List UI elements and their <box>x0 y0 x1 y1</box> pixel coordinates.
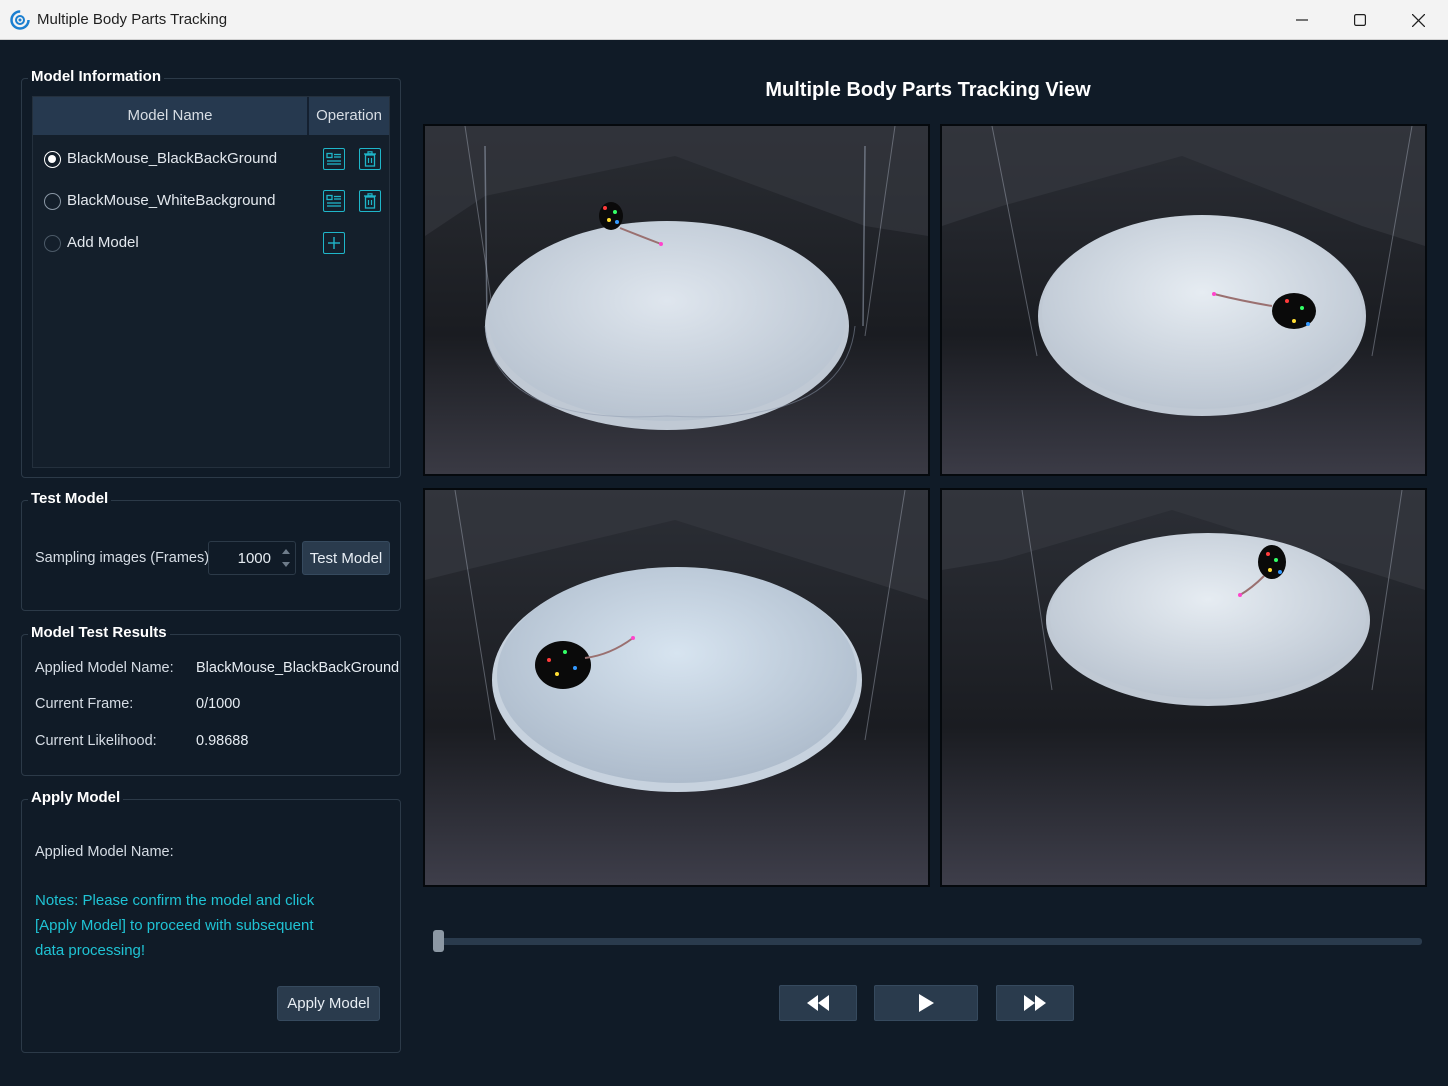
camera-frame-4 <box>942 490 1425 885</box>
app-logo-icon <box>10 10 30 30</box>
view-title: Multiple Body Parts Tracking View <box>765 79 1091 101</box>
column-header-operation: Operation <box>316 107 382 124</box>
add-model-row[interactable]: Add Model <box>33 223 389 263</box>
camera-frame-1 <box>425 126 928 474</box>
notes-text: Notes: Please confirm the model and clic… <box>35 888 314 963</box>
current-frame-value: 0/1000 <box>196 696 241 712</box>
camera-view-1[interactable] <box>423 124 930 476</box>
rewind-button[interactable] <box>779 985 857 1021</box>
sampling-spinbox[interactable]: 1000 <box>208 541 296 575</box>
close-icon <box>1411 13 1425 27</box>
title-bar: Multiple Body Parts Tracking <box>0 0 1448 40</box>
current-likelihood-value: 0.98688 <box>196 733 249 749</box>
camera-frame-2 <box>942 126 1425 474</box>
current-likelihood-label: Current Likelihood: <box>35 733 157 749</box>
camera-view-2[interactable] <box>940 124 1427 476</box>
model-radio[interactable] <box>44 193 61 210</box>
spin-arrows-icon[interactable] <box>279 544 293 572</box>
model-test-results-panel: Model Test Results Applied Model Name: B… <box>21 624 401 776</box>
notes-line: Notes: Please confirm the model and clic… <box>35 892 315 909</box>
delete-icon[interactable] <box>359 148 381 170</box>
model-radio-selected[interactable] <box>44 151 61 168</box>
model-name: BlackMouse_BlackBackGround <box>67 150 278 167</box>
window-title: Multiple Body Parts Tracking <box>37 11 228 28</box>
maximize-button[interactable] <box>1331 0 1389 40</box>
model-row[interactable]: BlackMouse_BlackBackGround <box>33 139 389 179</box>
close-button[interactable] <box>1389 0 1447 40</box>
timeline-slider-handle[interactable] <box>433 930 444 952</box>
applied-model-label: Applied Model Name: <box>35 660 174 676</box>
apply-model-button[interactable]: Apply Model <box>277 986 380 1021</box>
notes-line: [Apply Model] to proceed with subsequent <box>35 917 314 934</box>
camera-view-3[interactable] <box>423 488 930 887</box>
sampling-label: Sampling images (Frames) <box>35 550 210 566</box>
panel-title: Model Test Results <box>28 624 170 641</box>
delete-icon[interactable] <box>359 190 381 212</box>
camera-frame-3 <box>425 490 928 885</box>
notes-line: data processing! <box>35 942 146 959</box>
minimize-icon <box>1296 19 1308 21</box>
rewind-icon <box>807 995 829 1011</box>
details-icon[interactable] <box>323 148 345 170</box>
apply-model-panel: Apply Model Applied Model Name: Notes: P… <box>21 789 401 1053</box>
model-information-panel: Model Information Model Name Operation B… <box>21 68 401 478</box>
play-icon <box>919 994 934 1012</box>
apply-applied-model-label: Applied Model Name: <box>35 844 174 860</box>
camera-view-4[interactable] <box>940 488 1427 887</box>
applied-model-value: BlackMouse_BlackBackGround <box>196 660 400 676</box>
sampling-value: 1000 <box>237 550 271 567</box>
maximize-icon <box>1354 14 1366 26</box>
play-button[interactable] <box>874 985 978 1021</box>
test-model-button[interactable]: Test Model <box>302 541 390 575</box>
panel-title: Test Model <box>28 490 112 507</box>
fast-forward-button[interactable] <box>996 985 1074 1021</box>
add-icon[interactable] <box>323 232 345 254</box>
model-radio-disabled <box>44 235 61 252</box>
add-model-label: Add Model <box>67 234 139 251</box>
minimize-button[interactable] <box>1273 0 1331 40</box>
current-frame-label: Current Frame: <box>35 696 134 712</box>
model-name: BlackMouse_WhiteBackground <box>67 192 276 209</box>
fast-forward-icon <box>1024 995 1046 1011</box>
model-row[interactable]: BlackMouse_WhiteBackground <box>33 181 389 221</box>
panel-title: Model Information <box>28 68 164 85</box>
timeline-slider[interactable] <box>438 938 1422 945</box>
model-table: Model Name Operation BlackMouse_BlackBac… <box>32 96 390 468</box>
column-header-model-name: Model Name <box>127 107 213 124</box>
test-model-panel: Test Model Sampling images (Frames) 1000… <box>21 490 401 611</box>
table-header: Model Name Operation <box>33 97 389 135</box>
details-icon[interactable] <box>323 190 345 212</box>
panel-title: Apply Model <box>28 789 124 806</box>
